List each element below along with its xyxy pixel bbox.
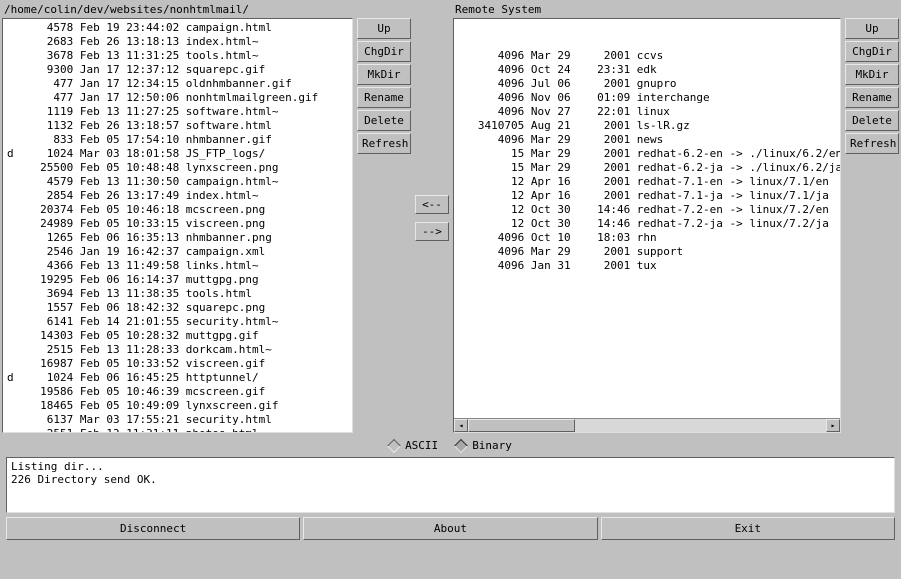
file-row[interactable]: 477 Jan 17 12:50:06 nonhtmlmailgreen.gif (7, 91, 348, 105)
remote-rename-button[interactable]: Rename (845, 87, 899, 108)
local-file-list[interactable]: 4578 Feb 19 23:44:02 campaign.html 2683 … (2, 18, 353, 433)
local-path-label: /home/colin/dev/websites/nonhtmlmail/ (2, 2, 353, 18)
file-row[interactable]: 12 Apr 16 2001 redhat-7.1-en -> linux/7.… (458, 175, 836, 189)
file-row[interactable]: 833 Feb 05 17:54:10 nhmbanner.gif (7, 133, 348, 147)
ascii-label: ASCII (405, 439, 438, 452)
transfer-right-button[interactable]: --> (415, 222, 449, 241)
bottom-button-row: Disconnect About Exit (6, 517, 895, 540)
local-panel: /home/colin/dev/websites/nonhtmlmail/ 45… (2, 2, 353, 433)
file-row[interactable]: 3694 Feb 13 11:38:35 tools.html (7, 287, 348, 301)
file-row[interactable]: 4096 Jul 06 2001 gnupro (458, 77, 836, 91)
file-row[interactable]: 15 Mar 29 2001 redhat-6.2-en -> ./linux/… (458, 147, 836, 161)
transfer-buttons: <-- --> (415, 2, 449, 433)
log-output: Listing dir... 226 Directory send OK. (6, 457, 895, 513)
file-row[interactable]: 2515 Feb 13 11:28:33 dorkcam.html~ (7, 343, 348, 357)
file-row[interactable]: 4096 Oct 10 18:03 rhn (458, 231, 836, 245)
remote-up-button[interactable]: Up (845, 18, 899, 39)
diamond-icon (454, 438, 468, 452)
file-row[interactable]: 4096 Nov 27 22:01 linux (458, 105, 836, 119)
diamond-icon (387, 438, 401, 452)
file-row[interactable]: 1265 Feb 06 16:35:13 nhmbanner.png (7, 231, 348, 245)
file-row[interactable]: 15 Mar 29 2001 redhat-6.2-ja -> ./linux/… (458, 161, 836, 175)
file-row[interactable]: 2854 Feb 26 13:17:49 index.html~ (7, 189, 348, 203)
remote-title-label: Remote System (453, 2, 841, 18)
binary-radio[interactable]: Binary (456, 439, 512, 452)
local-side-buttons: Up ChgDir MkDir Rename Delete Refresh (357, 2, 411, 433)
file-row[interactable]: 4096 Mar 29 2001 support (458, 245, 836, 259)
file-row[interactable]: 1557 Feb 06 18:42:32 squarepc.png (7, 301, 348, 315)
binary-label: Binary (472, 439, 512, 452)
remote-chgdir-button[interactable]: ChgDir (845, 41, 899, 62)
file-row[interactable]: 18465 Feb 05 10:49:09 lynxscreen.gif (7, 399, 348, 413)
file-row[interactable]: 4096 Oct 24 23:31 edk (458, 63, 836, 77)
file-row[interactable]: 16987 Feb 05 10:33:52 viscreen.gif (7, 357, 348, 371)
file-row[interactable]: 14303 Feb 05 10:28:32 muttgpg.gif (7, 329, 348, 343)
local-up-button[interactable]: Up (357, 18, 411, 39)
about-button[interactable]: About (303, 517, 597, 540)
file-row[interactable]: 4366 Feb 13 11:49:58 links.html~ (7, 259, 348, 273)
file-row[interactable]: 4096 Jan 31 2001 tux (458, 259, 836, 273)
file-row[interactable]: 1119 Feb 13 11:27:25 software.html~ (7, 105, 348, 119)
remote-hscrollbar[interactable]: ◂ ▸ (454, 418, 840, 432)
transfer-mode-row: ASCII Binary (0, 435, 901, 455)
file-row[interactable]: 2551 Feb 13 11:31:11 photos.html (7, 427, 348, 433)
file-row[interactable]: 19586 Feb 05 10:46:39 mcscreen.gif (7, 385, 348, 399)
file-row[interactable]: 12 Oct 30 14:46 redhat-7.2-ja -> linux/7… (458, 217, 836, 231)
remote-mkdir-button[interactable]: MkDir (845, 64, 899, 85)
file-row[interactable]: 6137 Mar 03 17:55:21 security.html (7, 413, 348, 427)
remote-refresh-button[interactable]: Refresh (845, 133, 899, 154)
file-row[interactable]: 477 Jan 17 12:34:15 oldnhmbanner.gif (7, 77, 348, 91)
file-row[interactable]: 4096 Mar 29 2001 news (458, 133, 836, 147)
file-row[interactable]: 4096 Mar 29 2001 ccvs (458, 49, 836, 63)
file-row[interactable]: 25500 Feb 05 10:48:48 lynxscreen.png (7, 161, 348, 175)
file-row[interactable]: 19295 Feb 06 16:14:37 muttgpg.png (7, 273, 348, 287)
main-panels: /home/colin/dev/websites/nonhtmlmail/ 45… (0, 0, 901, 435)
file-row[interactable]: 1132 Feb 26 13:18:57 software.html (7, 119, 348, 133)
remote-panel: Remote System 4096 Mar 29 2001 ccvs 4096… (453, 2, 841, 433)
file-row[interactable]: d 1024 Mar 03 18:01:58 JS_FTP_logs/ (7, 147, 348, 161)
local-chgdir-button[interactable]: ChgDir (357, 41, 411, 62)
file-row[interactable]: 6141 Feb 14 21:01:55 security.html~ (7, 315, 348, 329)
file-row[interactable]: 3410705 Aug 21 2001 ls-lR.gz (458, 119, 836, 133)
scroll-right-icon[interactable]: ▸ (826, 419, 840, 432)
file-row[interactable]: 24989 Feb 05 10:33:15 viscreen.png (7, 217, 348, 231)
ascii-radio[interactable]: ASCII (389, 439, 438, 452)
exit-button[interactable]: Exit (601, 517, 895, 540)
scroll-left-icon[interactable]: ◂ (454, 419, 468, 432)
file-row[interactable]: d 1024 Feb 06 16:45:25 httptunnel/ (7, 371, 348, 385)
local-refresh-button[interactable]: Refresh (357, 133, 411, 154)
file-row[interactable]: 4578 Feb 19 23:44:02 campaign.html (7, 21, 348, 35)
file-row[interactable]: 4096 Nov 06 01:09 interchange (458, 91, 836, 105)
local-rename-button[interactable]: Rename (357, 87, 411, 108)
scroll-track[interactable] (468, 419, 826, 432)
file-row[interactable]: 2546 Jan 19 16:42:37 campaign.xml (7, 245, 348, 259)
local-mkdir-button[interactable]: MkDir (357, 64, 411, 85)
disconnect-button[interactable]: Disconnect (6, 517, 300, 540)
remote-delete-button[interactable]: Delete (845, 110, 899, 131)
scroll-thumb[interactable] (468, 419, 575, 432)
file-row[interactable]: 12 Apr 16 2001 redhat-7.1-ja -> linux/7.… (458, 189, 836, 203)
file-row[interactable]: 3678 Feb 13 11:31:25 tools.html~ (7, 49, 348, 63)
file-row[interactable]: 9300 Jan 17 12:37:12 squarepc.gif (7, 63, 348, 77)
file-row[interactable]: 2683 Feb 26 13:18:13 index.html~ (7, 35, 348, 49)
remote-side-buttons: Up ChgDir MkDir Rename Delete Refresh (845, 2, 899, 433)
file-row[interactable]: 20374 Feb 05 10:46:18 mcscreen.png (7, 203, 348, 217)
local-delete-button[interactable]: Delete (357, 110, 411, 131)
file-row[interactable]: 12 Oct 30 14:46 redhat-7.2-en -> linux/7… (458, 203, 836, 217)
file-row[interactable]: 4579 Feb 13 11:30:50 campaign.html~ (7, 175, 348, 189)
transfer-left-button[interactable]: <-- (415, 195, 449, 214)
remote-file-list[interactable]: 4096 Mar 29 2001 ccvs 4096 Oct 24 23:31 … (453, 18, 841, 433)
